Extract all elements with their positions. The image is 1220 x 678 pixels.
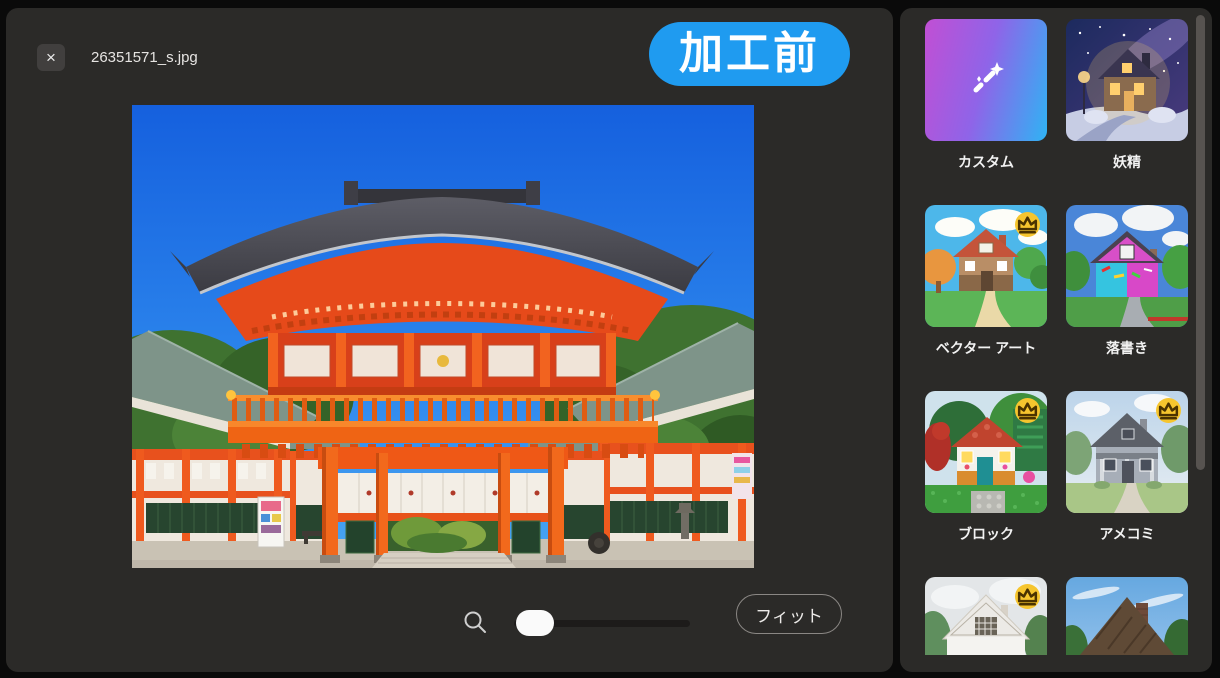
before-processing-badge: 加工前 <box>649 22 850 86</box>
shrine-photo <box>132 105 754 568</box>
style-item-vector-art[interactable]: ベクター アート <box>925 205 1047 358</box>
close-button[interactable]: × <box>37 44 65 71</box>
zoom-slider-thumb[interactable] <box>516 610 554 636</box>
filename-label: 26351571_s.jpg <box>91 49 198 66</box>
crown-icon <box>1015 577 1040 655</box>
style-thumb-custom[interactable] <box>925 19 1047 141</box>
style-label: ベクター アート <box>925 338 1047 358</box>
style-thumb-vector-art[interactable] <box>925 205 1047 327</box>
styles-grid: カスタム <box>925 19 1188 655</box>
fairy-thumbnail <box>1066 19 1188 141</box>
zoom-slider[interactable] <box>514 609 690 637</box>
close-icon: × <box>46 48 56 67</box>
graffiti-thumbnail <box>1066 205 1188 327</box>
crown-icon <box>1156 391 1181 472</box>
style-thumb-fairy[interactable] <box>1066 19 1188 141</box>
premium-crown-badge <box>1015 212 1040 237</box>
styles-panel: カスタム <box>900 8 1212 672</box>
style-thumb-block[interactable] <box>925 391 1047 513</box>
style-thumb-white-house[interactable] <box>925 577 1047 655</box>
style-label: 落書き <box>1066 338 1188 358</box>
premium-crown-badge <box>1156 398 1181 423</box>
style-item-fairy[interactable]: 妖精 <box>1066 19 1188 172</box>
magic-wand-icon <box>962 56 1010 104</box>
fit-button[interactable]: フィット <box>736 594 842 634</box>
style-thumb-graffiti[interactable] <box>1066 205 1188 327</box>
crown-icon <box>1015 205 1040 286</box>
style-item-white-house[interactable] <box>925 577 1047 655</box>
style-item-wood-house[interactable] <box>1066 577 1188 655</box>
zoom-controls <box>462 609 690 637</box>
style-label: カスタム <box>925 152 1047 172</box>
photo-canvas[interactable] <box>132 105 754 568</box>
style-item-comic[interactable]: アメコミ <box>1066 391 1188 544</box>
style-thumb-wood-house[interactable] <box>1066 577 1188 655</box>
style-label: 妖精 <box>1066 152 1188 172</box>
viewer-panel: × 26351571_s.jpg 加工前 <box>6 8 893 672</box>
style-item-graffiti[interactable]: 落書き <box>1066 205 1188 358</box>
magnifier-icon <box>462 609 490 637</box>
style-label: アメコミ <box>1066 524 1188 544</box>
style-thumb-comic[interactable] <box>1066 391 1188 513</box>
premium-crown-badge <box>1015 584 1040 609</box>
style-item-custom[interactable]: カスタム <box>925 19 1047 172</box>
crown-icon <box>1015 391 1040 472</box>
app-window: × 26351571_s.jpg 加工前 <box>0 0 1220 678</box>
style-item-block[interactable]: ブロック <box>925 391 1047 544</box>
wood-house-thumbnail <box>1066 577 1188 655</box>
style-label: ブロック <box>925 524 1047 544</box>
styles-scrollbar-thumb[interactable] <box>1196 15 1205 470</box>
premium-crown-badge <box>1015 398 1040 423</box>
